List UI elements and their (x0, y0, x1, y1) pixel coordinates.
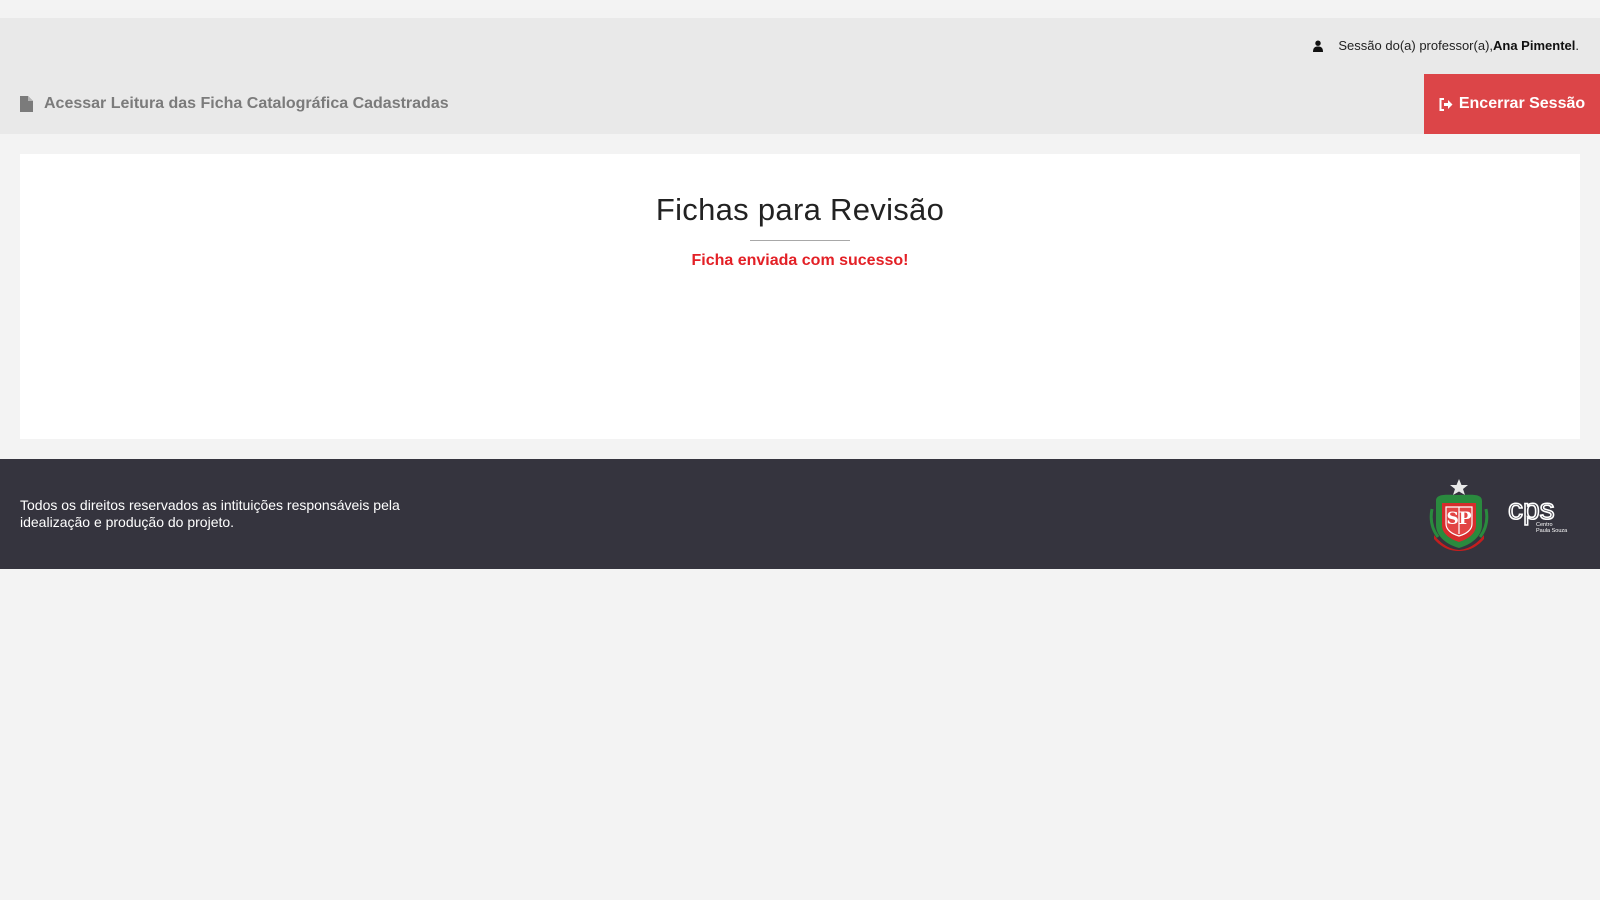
footer-rights-text: Todos os direitos reservados as intituiç… (20, 497, 400, 530)
user-icon (1313, 40, 1324, 52)
logout-label: Encerrar Sessão (1458, 95, 1586, 112)
top-header: Sessão do(a) professor(a), Ana Pimentel.… (0, 18, 1600, 134)
file-icon (20, 96, 33, 112)
nav-link-label: Acessar Leitura das Ficha Catalográfica … (44, 95, 449, 112)
session-suffix: . (1575, 38, 1579, 53)
page-title: Fichas para Revisão (655, 192, 945, 227)
session-user-name: Ana Pimentel (1493, 38, 1576, 53)
content-card: Fichas para Revisão Ficha enviada com su… (20, 154, 1580, 439)
logout-button[interactable]: Encerrar Sessão (1424, 74, 1600, 134)
title-divider (750, 240, 850, 241)
footer: Todos os direitos reservados as intituiç… (0, 459, 1600, 569)
session-info: Sessão do(a) professor(a), Ana Pimentel. (1312, 38, 1579, 53)
session-prefix: Sessão do(a) professor(a), (1338, 38, 1494, 53)
centro-paula-souza-logo: cps Centro Paula Souza (1508, 493, 1568, 534)
sao-paulo-coat-of-arms-logo: SP (1429, 479, 1489, 551)
success-message: Ficha enviada com sucesso! (691, 252, 909, 269)
nav-link-fichas-cadastradas[interactable]: Acessar Leitura das Ficha Catalográfica … (20, 95, 449, 113)
sign-out-icon (1439, 97, 1453, 111)
cps-logo-sub2: Paula Souza (1536, 528, 1568, 534)
